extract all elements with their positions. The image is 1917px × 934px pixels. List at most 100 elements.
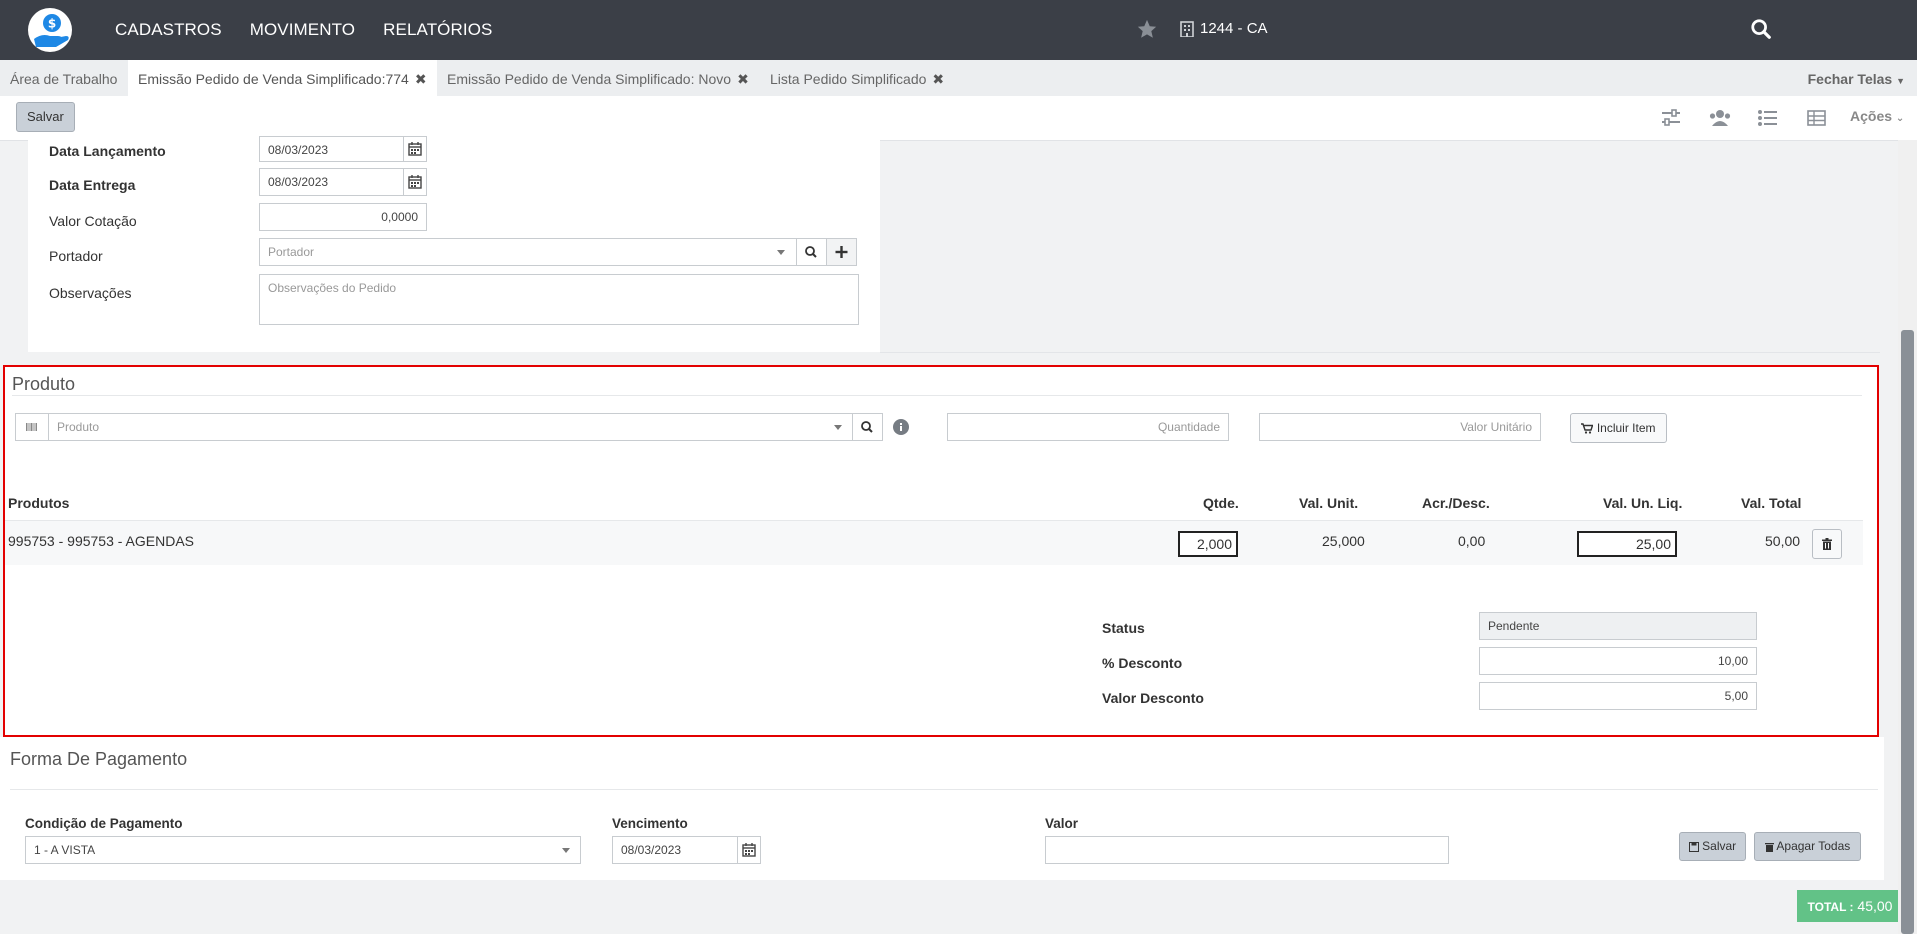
scrollbar-thumb[interactable]: [1901, 330, 1914, 934]
app-logo-icon[interactable]: $: [26, 6, 74, 54]
users-icon[interactable]: [1708, 108, 1731, 128]
plus-icon[interactable]: [826, 238, 857, 266]
row-acr-desc: 0,00: [1458, 533, 1486, 549]
observacoes-label: Observações: [49, 285, 132, 301]
status-label: Status: [1102, 620, 1145, 636]
condicao-select[interactable]: 1 - A VISTA: [25, 836, 581, 864]
pagamento-section: Forma De Pagamento Condição de Pagamento…: [0, 737, 1884, 880]
info-icon[interactable]: [893, 419, 909, 435]
col-qtde: Qtde.: [1203, 495, 1239, 511]
valor-desconto-label: Valor Desconto: [1102, 690, 1204, 706]
building-icon: [1180, 20, 1194, 37]
barcode-icon[interactable]: [15, 413, 49, 441]
data-entrega-label: Data Entrega: [49, 177, 136, 193]
tab-pedido-novo[interactable]: Emissão Pedido de Venda Simplificado: No…: [437, 60, 759, 96]
col-val-total: Val. Total: [1741, 495, 1802, 511]
apagar-todas-button[interactable]: Apagar Todas: [1754, 832, 1861, 861]
tab-label: Área de Trabalho: [10, 71, 118, 87]
row-produto: 995753 - 995753 - AGENDAS: [8, 533, 195, 549]
floppy-icon: [1688, 841, 1699, 852]
col-acr-desc: Acr./Desc.: [1422, 495, 1490, 511]
calendar-icon[interactable]: [403, 136, 427, 162]
close-all-label: Fechar Telas: [1807, 71, 1893, 87]
incluir-item-button[interactable]: Incluir Item: [1570, 413, 1667, 443]
star-icon[interactable]: [1136, 18, 1158, 40]
desconto-pct-label: % Desconto: [1102, 655, 1183, 671]
quantidade-input[interactable]: Quantidade: [947, 413, 1229, 441]
portador-select[interactable]: Portador: [259, 238, 797, 266]
chevron-down-icon: ⌄: [1895, 113, 1905, 124]
produto-section-title: Produto: [12, 374, 76, 394]
row-val-un-liq-input[interactable]: 25,00: [1577, 531, 1677, 557]
valor-cotacao-field[interactable]: 0,0000: [259, 203, 427, 231]
valor-cotacao-label: Valor Cotação: [49, 213, 137, 229]
close-icon[interactable]: ✖: [932, 71, 944, 87]
main-menu: CADASTROS MOVIMENTO RELATÓRIOS: [115, 0, 492, 60]
pagamento-section-title: Forma De Pagamento: [10, 749, 188, 769]
produto-section: Produto Produto Quantidade Valor Unitári…: [3, 365, 1879, 737]
actions-dropdown[interactable]: Ações ⌄: [1850, 108, 1904, 124]
pagamento-save-button[interactable]: Salvar: [1679, 832, 1746, 861]
row-qtde-input[interactable]: 2,000: [1178, 531, 1238, 557]
valor-field[interactable]: [1045, 836, 1449, 864]
data-entrega-field[interactable]: 08/03/2023: [259, 168, 404, 196]
trash-icon: [1822, 538, 1832, 550]
cart-icon: [1581, 423, 1594, 434]
tab-area-de-trabalho[interactable]: Área de Trabalho: [0, 60, 127, 96]
list-icon[interactable]: [1757, 108, 1779, 128]
apagar-todas-label: Apagar Todas: [1776, 839, 1851, 853]
close-all-tabs-dropdown[interactable]: Fechar Telas ▼: [1808, 60, 1905, 100]
valor-desconto-field[interactable]: 5,00: [1479, 682, 1757, 710]
desconto-pct-field[interactable]: 10,00: [1479, 647, 1757, 675]
save-button[interactable]: Salvar: [16, 102, 75, 132]
vertical-scrollbar[interactable]: [1898, 140, 1917, 934]
status-field: Pendente: [1479, 612, 1757, 640]
data-lancamento-label: Data Lançamento: [49, 143, 166, 159]
action-toolbar: Salvar Ações ⌄: [0, 96, 1917, 141]
title-underline: [12, 395, 1862, 396]
produto-search-icon[interactable]: [852, 413, 883, 441]
produto-select[interactable]: Produto: [48, 413, 853, 441]
svg-text:$: $: [48, 17, 56, 31]
data-lancamento-field[interactable]: 08/03/2023: [259, 136, 404, 162]
tab-label: Lista Pedido Simplificado: [770, 71, 927, 87]
table-icon[interactable]: [1806, 108, 1828, 128]
trash-icon: [1764, 842, 1774, 852]
actions-label: Ações: [1850, 108, 1893, 124]
total-value: 45,00: [1857, 898, 1893, 914]
tab-lista-pedido[interactable]: Lista Pedido Simplificado ✖: [760, 60, 954, 96]
vencimento-label: Vencimento: [612, 816, 688, 831]
portador-label: Portador: [49, 248, 103, 264]
col-produtos: Produtos: [8, 495, 70, 511]
tab-label: Emissão Pedido de Venda Simplificado:774: [138, 71, 409, 87]
menu-relatorios[interactable]: RELATÓRIOS: [383, 20, 492, 40]
close-icon[interactable]: ✖: [737, 71, 749, 87]
portador-search-icon[interactable]: [796, 238, 827, 266]
total-label: TOTAL :: [1807, 900, 1854, 914]
company-label: 1244 - CA: [1200, 20, 1268, 37]
title-underline: [10, 789, 1878, 790]
menu-movimento[interactable]: MOVIMENTO: [250, 20, 355, 40]
search-icon[interactable]: [1750, 18, 1774, 42]
valor-unitario-input[interactable]: Valor Unitário: [1259, 413, 1541, 441]
dropdown-arrow-icon: [777, 250, 785, 255]
vencimento-field[interactable]: 08/03/2023: [612, 836, 738, 864]
incluir-item-label: Incluir Item: [1596, 421, 1656, 435]
caret-down-icon: ▼: [1896, 76, 1905, 86]
col-val-un-liq: Val. Un. Liq.: [1603, 495, 1683, 511]
valor-label: Valor: [1045, 816, 1079, 831]
pagamento-save-label: Salvar: [1702, 839, 1737, 853]
condicao-label: Condição de Pagamento: [25, 816, 183, 831]
tab-pedido-774[interactable]: Emissão Pedido de Venda Simplificado:774…: [128, 60, 437, 96]
menu-cadastros[interactable]: CADASTROS: [115, 20, 222, 40]
observacoes-textarea[interactable]: Observações do Pedido: [259, 274, 859, 325]
total-badge: TOTAL : 45,00: [1797, 890, 1903, 922]
close-icon[interactable]: ✖: [415, 71, 427, 87]
company-selector[interactable]: 1244 - CA: [1180, 20, 1268, 37]
delete-row-button[interactable]: [1812, 529, 1842, 559]
dropdown-arrow-icon: [562, 848, 570, 853]
tab-label: Emissão Pedido de Venda Simplificado: No…: [447, 71, 732, 87]
calendar-icon[interactable]: [403, 168, 427, 196]
sliders-icon[interactable]: [1660, 108, 1682, 128]
calendar-icon[interactable]: [737, 836, 761, 864]
